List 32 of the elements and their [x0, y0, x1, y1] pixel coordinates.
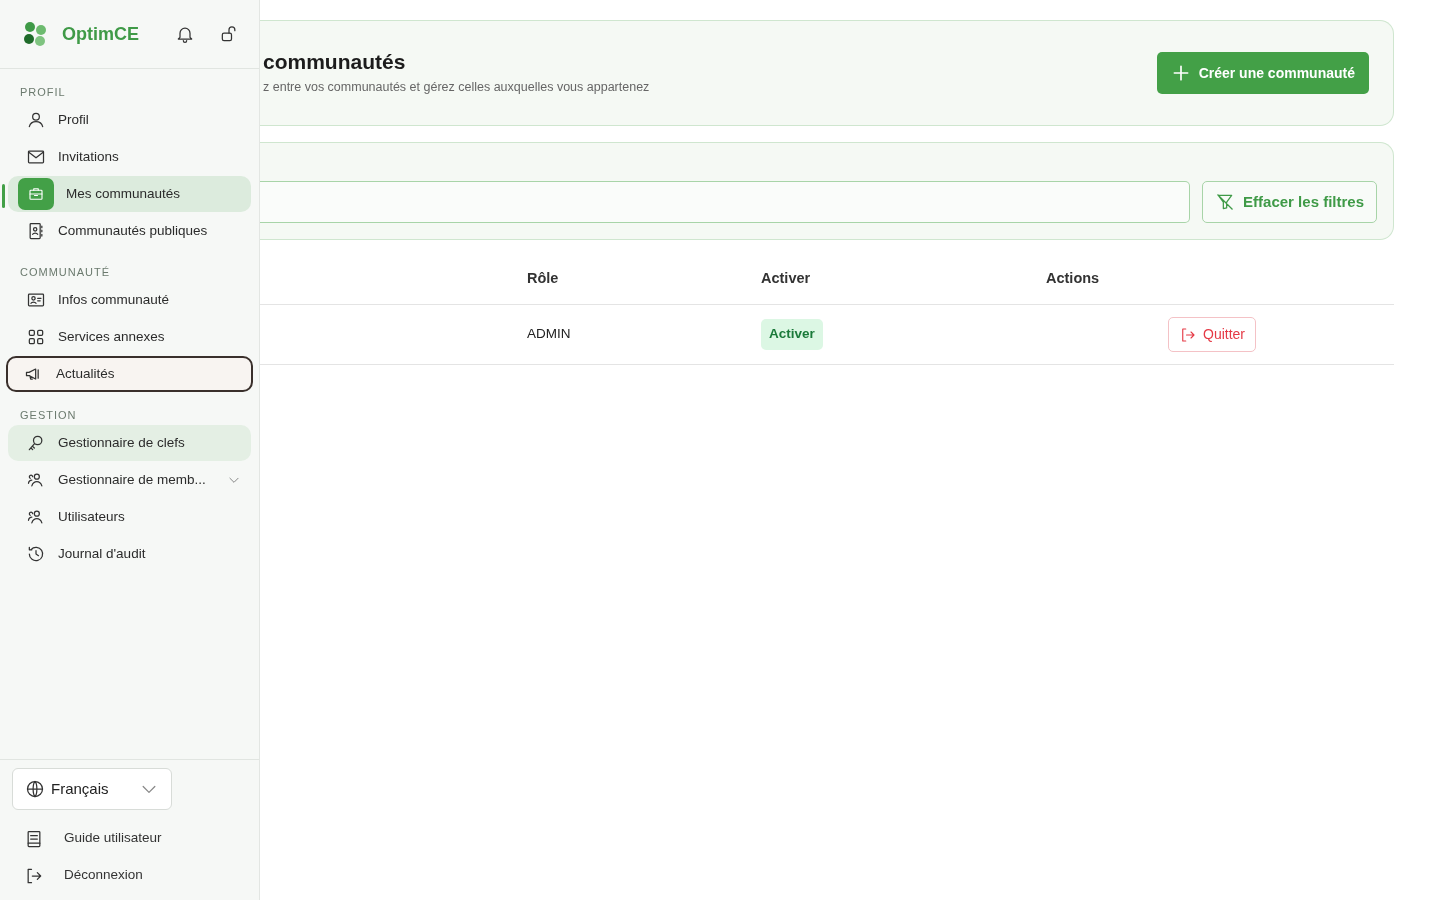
sidebar-item[interactable]: Infos communauté [8, 282, 251, 318]
section-heading: GESTION [19, 407, 78, 423]
language-select[interactable]: Français [12, 768, 172, 810]
globe-icon [25, 779, 45, 799]
footer-link[interactable]: Guide utilisateur [0, 820, 259, 857]
column-header: Rôle [527, 269, 559, 289]
leave-button[interactable]: Quitter [1168, 317, 1256, 352]
sidebar-item[interactable]: Services annexes [8, 319, 251, 355]
role-text: ADMIN [527, 325, 571, 344]
column-header: Activer [761, 269, 811, 289]
section-heading: PROFIL [19, 84, 67, 100]
brand-name: OptimCE [62, 22, 139, 46]
sidebar-item[interactable]: Journal d'audit [8, 536, 251, 572]
page-title: communautés [263, 49, 407, 75]
search-field[interactable] [260, 181, 1191, 223]
history-icon [26, 544, 46, 564]
sidebar-item[interactable]: Communautés publiques [8, 213, 251, 249]
section-heading: COMMUNAUTÉ [19, 264, 112, 280]
sidebar-item[interactable]: Gestionnaire de memb... [8, 462, 251, 498]
briefcase-icon [18, 178, 54, 210]
footer-link[interactable]: Déconnexion [0, 857, 259, 894]
sidebar-item[interactable]: Gestionnaire de clefs [8, 425, 251, 461]
selection-bar [2, 184, 5, 208]
sidebar-item[interactable]: Actualités [6, 356, 253, 392]
page-subtitle: z entre vos communautés et gérez celles auxquelles vous appartenez [263, 79, 650, 97]
sidebar-item[interactable]: Utilisateurs [8, 499, 251, 535]
sidebar-item[interactable]: Invitations [8, 139, 251, 175]
grid-icon [26, 327, 46, 347]
status-tag: Activer [761, 319, 823, 350]
column-header: Actions [1046, 269, 1100, 289]
person-icon [26, 110, 46, 130]
sidebar-item[interactable]: Profil [8, 102, 251, 138]
